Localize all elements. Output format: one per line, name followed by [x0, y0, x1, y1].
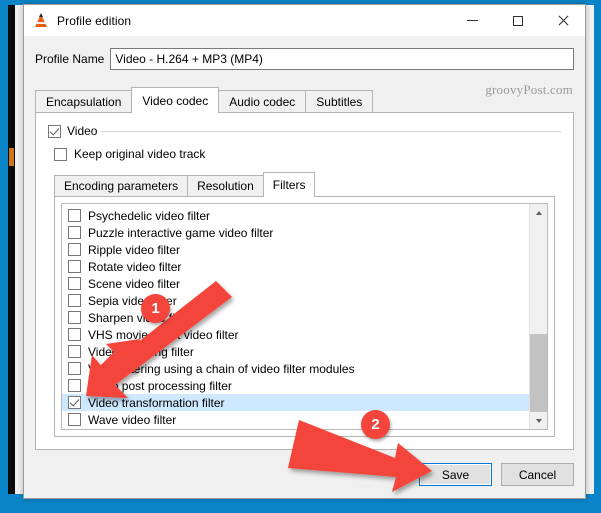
filter-checkbox[interactable] — [68, 362, 81, 375]
filter-label: Puzzle interactive game video filter — [88, 225, 274, 240]
filter-label: Scene video filter — [88, 276, 181, 291]
scrollbar-thumb[interactable] — [530, 334, 547, 412]
profile-edition-dialog: Profile edition Profile Name groovyPost.… — [23, 4, 586, 499]
list-item[interactable]: Video cropping filter — [62, 343, 529, 360]
keep-original-label: Keep original video track — [74, 147, 206, 161]
filter-list-container: Psychedelic video filter Puzzle interact… — [61, 203, 548, 430]
list-item[interactable]: Ripple video filter — [62, 241, 529, 258]
filter-checkbox-checked[interactable] — [68, 396, 81, 409]
title-bar: Profile edition — [24, 5, 585, 36]
cancel-button[interactable]: Cancel — [501, 463, 574, 486]
filter-label: VHS movie effect video filter — [88, 327, 239, 342]
profile-name-row: Profile Name — [35, 48, 574, 70]
scroll-up-arrow-icon[interactable] — [530, 204, 547, 221]
keep-original-checkbox[interactable] — [54, 147, 67, 161]
profile-name-label: Profile Name — [35, 52, 105, 66]
filters-panel: Psychedelic video filter Puzzle interact… — [54, 196, 555, 437]
filter-list[interactable]: Psychedelic video filter Puzzle interact… — [62, 204, 529, 429]
video-subtabstrip: Encoding parameters Resolution Filters — [54, 171, 555, 197]
list-item[interactable]: Scene video filter — [62, 275, 529, 292]
video-group-label: Video — [67, 124, 98, 138]
filter-checkbox[interactable] — [68, 243, 81, 256]
filter-checkbox[interactable] — [68, 277, 81, 290]
filter-label: Video cropping filter — [88, 344, 194, 359]
profile-name-input[interactable] — [110, 48, 574, 70]
scroll-down-arrow-icon[interactable] — [530, 412, 547, 429]
list-item[interactable]: Psychedelic video filter — [62, 207, 529, 224]
filter-checkbox[interactable] — [68, 328, 81, 341]
filter-checkbox[interactable] — [68, 379, 81, 392]
tab-video-codec[interactable]: Video codec — [131, 87, 220, 113]
tab-encapsulation[interactable]: Encapsulation — [35, 90, 133, 112]
vlc-cone-icon — [33, 12, 49, 29]
window-title: Profile edition — [57, 13, 132, 28]
backdrop-dark-strip — [8, 5, 15, 494]
filter-label: Ripple video filter — [88, 242, 181, 257]
backdrop-gray-strip-right — [585, 5, 594, 494]
list-item[interactable]: Wave video filter — [62, 411, 529, 428]
filter-list-scrollbar[interactable] — [529, 204, 547, 429]
video-enable-checkbox[interactable] — [48, 124, 61, 138]
minimize-button[interactable] — [450, 5, 495, 36]
filter-label: Sharpen video filter — [88, 310, 192, 325]
backdrop-orange-marker — [9, 148, 14, 166]
dialog-footer: Save Cancel — [419, 463, 574, 486]
tab-audio-codec[interactable]: Audio codec — [218, 90, 307, 112]
list-item-selected[interactable]: Video transformation filter — [62, 394, 529, 411]
video-group-header: Video — [48, 123, 561, 139]
list-item[interactable]: Rotate video filter — [62, 258, 529, 275]
tab-subtitles[interactable]: Subtitles — [305, 90, 374, 112]
screenshot-root: Profile edition Profile Name groovyPost.… — [0, 0, 601, 513]
dialog-body: Profile Name groovyPost.com Encapsulatio… — [24, 36, 585, 498]
list-item[interactable]: VHS movie effect video filter — [62, 326, 529, 343]
close-button[interactable] — [540, 5, 585, 36]
video-codec-panel: Video Keep original video track Encoding… — [35, 112, 574, 450]
group-divider — [101, 130, 561, 132]
list-item[interactable]: Puzzle interactive game video filter — [62, 224, 529, 241]
filter-checkbox[interactable] — [68, 209, 81, 222]
filter-label: Video post processing filter — [88, 378, 232, 393]
save-button[interactable]: Save — [419, 463, 492, 486]
backdrop-left-border — [0, 0, 8, 513]
tab-filters[interactable]: Filters — [262, 172, 316, 197]
filter-label: Video transformation filter — [88, 395, 225, 410]
filter-checkbox[interactable] — [68, 226, 81, 239]
close-icon — [557, 15, 569, 27]
window-controls — [450, 5, 585, 36]
list-item[interactable]: Video filtering using a chain of video f… — [62, 360, 529, 377]
filter-checkbox[interactable] — [68, 260, 81, 273]
annotation-badge-2: 2 — [361, 410, 390, 439]
list-item[interactable]: Video post processing filter — [62, 377, 529, 394]
filter-checkbox[interactable] — [68, 294, 81, 307]
filter-checkbox[interactable] — [68, 311, 81, 324]
minimize-icon — [467, 20, 478, 21]
filter-label: Video filtering using a chain of video f… — [88, 361, 355, 376]
list-item[interactable]: Sepia video filter — [62, 292, 529, 309]
backdrop-right-border — [593, 0, 601, 513]
tab-encoding-parameters[interactable]: Encoding parameters — [54, 175, 189, 196]
maximize-icon — [512, 15, 523, 26]
filter-label: Rotate video filter — [88, 259, 182, 274]
codec-tabstrip: Encapsulation Video codec Audio codec Su… — [35, 87, 574, 113]
filter-label: Psychedelic video filter — [88, 208, 211, 223]
filter-checkbox[interactable] — [68, 345, 81, 358]
annotation-badge-1: 1 — [141, 294, 170, 323]
filter-label: Wave video filter — [88, 412, 177, 427]
tab-resolution[interactable]: Resolution — [187, 175, 264, 196]
list-item[interactable]: Sharpen video filter — [62, 309, 529, 326]
filter-checkbox[interactable] — [68, 413, 81, 426]
maximize-button[interactable] — [495, 5, 540, 36]
keep-original-row[interactable]: Keep original video track — [54, 147, 205, 161]
